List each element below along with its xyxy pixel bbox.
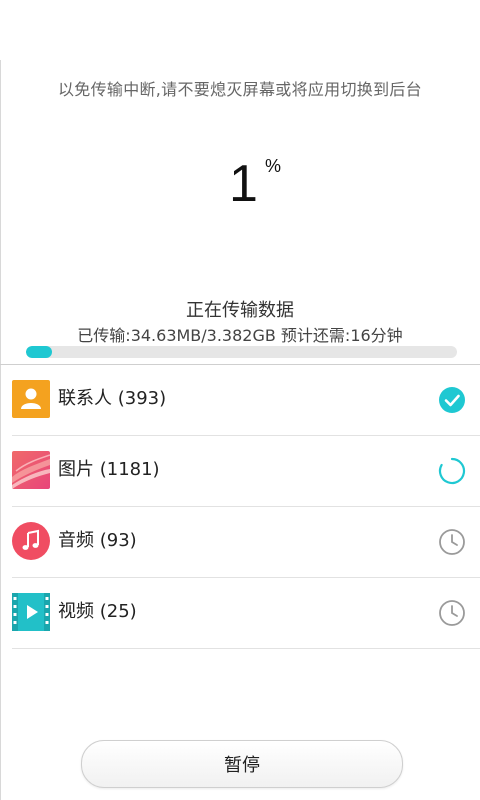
pause-button[interactable]: 暂停 [81, 740, 403, 788]
transfer-category-list: 联系人 (393) 图片 (1181) 音频 (93) 视频 (25) [0, 365, 480, 649]
list-item-photos: 图片 (1181) [12, 436, 480, 507]
clock-icon [438, 599, 466, 627]
transfer-status-title: 正在传输数据 [186, 300, 294, 321]
transfer-status-detail: 已传输:34.63MB/3.382GB 预计还需:16分钟 [77, 326, 403, 345]
video-icon [12, 593, 50, 631]
clock-icon [438, 528, 466, 556]
list-item-contacts: 联系人 (393) [12, 365, 480, 436]
photos-icon [12, 451, 51, 489]
contacts-icon [12, 380, 50, 418]
list-item-videos: 视频 (25) [12, 578, 480, 649]
progress-percent: 1 % [0, 150, 480, 220]
progress-percent-value: 1 [229, 155, 258, 213]
list-item-music: 音频 (93) [12, 507, 480, 578]
warning-text: 以免传输中断,请不要熄灭屏幕或将应用切换到后台 [58, 80, 422, 99]
list-item-label: 图片 (1181) [58, 459, 160, 480]
transfer-screen: 以免传输中断,请不要熄灭屏幕或将应用切换到后台 1 % 正在传输数据 已传输:3… [0, 0, 480, 800]
check-circle-icon [438, 386, 466, 414]
list-item-label: 联系人 (393) [58, 388, 167, 409]
progress-bar-fill [26, 346, 52, 358]
list-item-label: 音频 (93) [58, 530, 137, 551]
progress-percent-sign: % [265, 156, 282, 176]
music-icon [12, 522, 50, 560]
list-item-label: 视频 (25) [58, 601, 137, 622]
progress-bar [26, 346, 457, 358]
spinner-icon [438, 457, 466, 485]
